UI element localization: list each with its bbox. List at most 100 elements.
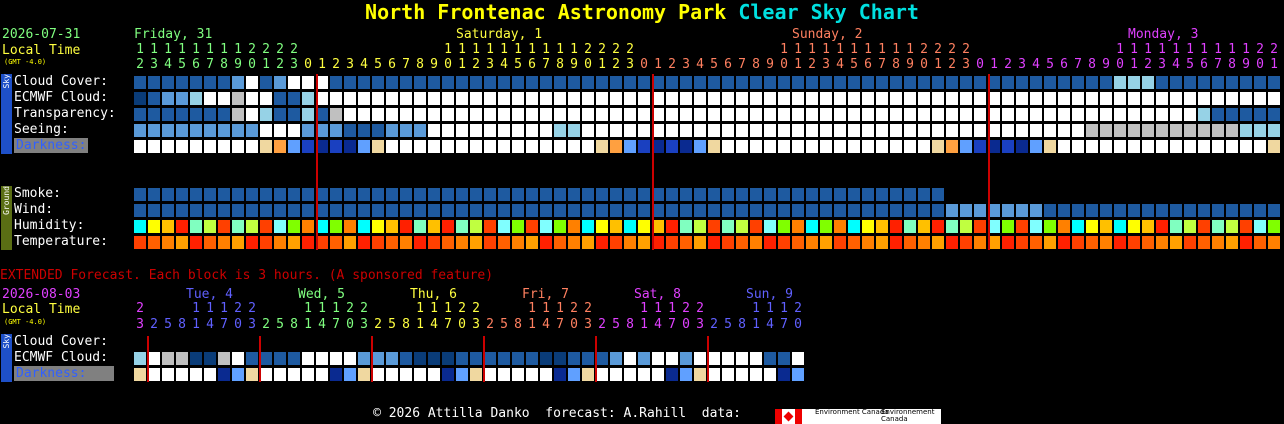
forecast-block[interactable]: [1086, 140, 1098, 153]
forecast-block[interactable]: [596, 220, 608, 233]
forecast-block[interactable]: [680, 188, 692, 201]
forecast-block[interactable]: [582, 108, 594, 121]
forecast-block[interactable]: [904, 140, 916, 153]
forecast-block[interactable]: [1100, 108, 1112, 121]
forecast-block[interactable]: [946, 220, 958, 233]
forecast-block[interactable]: [204, 352, 216, 365]
forecast-block[interactable]: [554, 220, 566, 233]
forecast-block[interactable]: [890, 188, 902, 201]
forecast-block[interactable]: [1170, 204, 1182, 217]
forecast-block[interactable]: [1198, 140, 1210, 153]
forecast-block[interactable]: [526, 108, 538, 121]
forecast-block[interactable]: [1086, 204, 1098, 217]
forecast-block[interactable]: [1128, 236, 1140, 249]
forecast-block[interactable]: [1058, 204, 1070, 217]
forecast-block[interactable]: [960, 204, 972, 217]
forecast-block[interactable]: [470, 220, 482, 233]
forecast-block[interactable]: [778, 108, 790, 121]
forecast-block[interactable]: [358, 368, 370, 381]
forecast-block[interactable]: [610, 204, 622, 217]
forecast-block[interactable]: [764, 124, 776, 137]
forecast-block[interactable]: [680, 368, 692, 381]
forecast-block[interactable]: [876, 92, 888, 105]
forecast-block[interactable]: [400, 76, 412, 89]
forecast-block[interactable]: [848, 92, 860, 105]
forecast-block[interactable]: [1156, 76, 1168, 89]
forecast-block[interactable]: [694, 188, 706, 201]
forecast-block[interactable]: [1268, 108, 1280, 121]
forecast-block[interactable]: [722, 76, 734, 89]
forecast-block[interactable]: [414, 108, 426, 121]
forecast-block[interactable]: [134, 188, 146, 201]
forecast-block[interactable]: [736, 236, 748, 249]
forecast-block[interactable]: [1100, 220, 1112, 233]
forecast-block[interactable]: [624, 368, 636, 381]
forecast-block[interactable]: [1016, 92, 1028, 105]
forecast-block[interactable]: [960, 140, 972, 153]
row-label-cloud-cover[interactable]: Cloud Cover:: [14, 74, 108, 89]
forecast-block[interactable]: [330, 368, 342, 381]
forecast-block[interactable]: [1002, 92, 1014, 105]
forecast-block[interactable]: [624, 352, 636, 365]
forecast-block[interactable]: [1030, 236, 1042, 249]
forecast-block[interactable]: [1254, 140, 1266, 153]
forecast-block[interactable]: [456, 236, 468, 249]
forecast-block[interactable]: [288, 92, 300, 105]
forecast-block[interactable]: [596, 352, 608, 365]
forecast-block[interactable]: [708, 188, 720, 201]
forecast-block[interactable]: [624, 140, 636, 153]
forecast-block[interactable]: [932, 124, 944, 137]
forecast-block[interactable]: [386, 124, 398, 137]
forecast-block[interactable]: [1142, 140, 1154, 153]
forecast-block[interactable]: [204, 124, 216, 137]
forecast-block[interactable]: [358, 140, 370, 153]
forecast-block[interactable]: [358, 352, 370, 365]
forecast-block[interactable]: [330, 140, 342, 153]
forecast-block[interactable]: [862, 236, 874, 249]
forecast-block[interactable]: [386, 92, 398, 105]
forecast-block[interactable]: [974, 92, 986, 105]
forecast-block[interactable]: [1002, 124, 1014, 137]
forecast-block[interactable]: [820, 204, 832, 217]
forecast-block[interactable]: [1072, 92, 1084, 105]
forecast-block[interactable]: [1240, 140, 1252, 153]
forecast-block[interactable]: [1184, 92, 1196, 105]
forecast-block[interactable]: [974, 108, 986, 121]
forecast-block[interactable]: [442, 76, 454, 89]
forecast-block[interactable]: [568, 188, 580, 201]
forecast-block[interactable]: [232, 140, 244, 153]
forecast-block[interactable]: [624, 220, 636, 233]
forecast-block[interactable]: [946, 236, 958, 249]
forecast-block[interactable]: [750, 220, 762, 233]
forecast-block[interactable]: [372, 352, 384, 365]
forecast-block[interactable]: [820, 220, 832, 233]
forecast-block[interactable]: [442, 188, 454, 201]
forecast-block[interactable]: [526, 368, 538, 381]
forecast-block[interactable]: [204, 188, 216, 201]
forecast-block[interactable]: [666, 188, 678, 201]
forecast-block[interactable]: [960, 76, 972, 89]
forecast-block[interactable]: [624, 236, 636, 249]
forecast-block[interactable]: [540, 188, 552, 201]
forecast-block[interactable]: [904, 108, 916, 121]
forecast-block[interactable]: [498, 352, 510, 365]
forecast-block[interactable]: [750, 204, 762, 217]
forecast-block[interactable]: [428, 92, 440, 105]
forecast-block[interactable]: [666, 140, 678, 153]
forecast-block[interactable]: [218, 124, 230, 137]
forecast-block[interactable]: [1072, 204, 1084, 217]
forecast-block[interactable]: [456, 92, 468, 105]
forecast-block[interactable]: [512, 108, 524, 121]
forecast-block[interactable]: [610, 188, 622, 201]
forecast-block[interactable]: [918, 236, 930, 249]
forecast-block[interactable]: [260, 204, 272, 217]
forecast-block[interactable]: [288, 352, 300, 365]
forecast-block[interactable]: [526, 76, 538, 89]
forecast-block[interactable]: [680, 352, 692, 365]
forecast-block[interactable]: [246, 92, 258, 105]
forecast-block[interactable]: [274, 124, 286, 137]
forecast-block[interactable]: [498, 188, 510, 201]
forecast-block[interactable]: [288, 140, 300, 153]
forecast-block[interactable]: [316, 368, 328, 381]
forecast-block[interactable]: [1086, 124, 1098, 137]
